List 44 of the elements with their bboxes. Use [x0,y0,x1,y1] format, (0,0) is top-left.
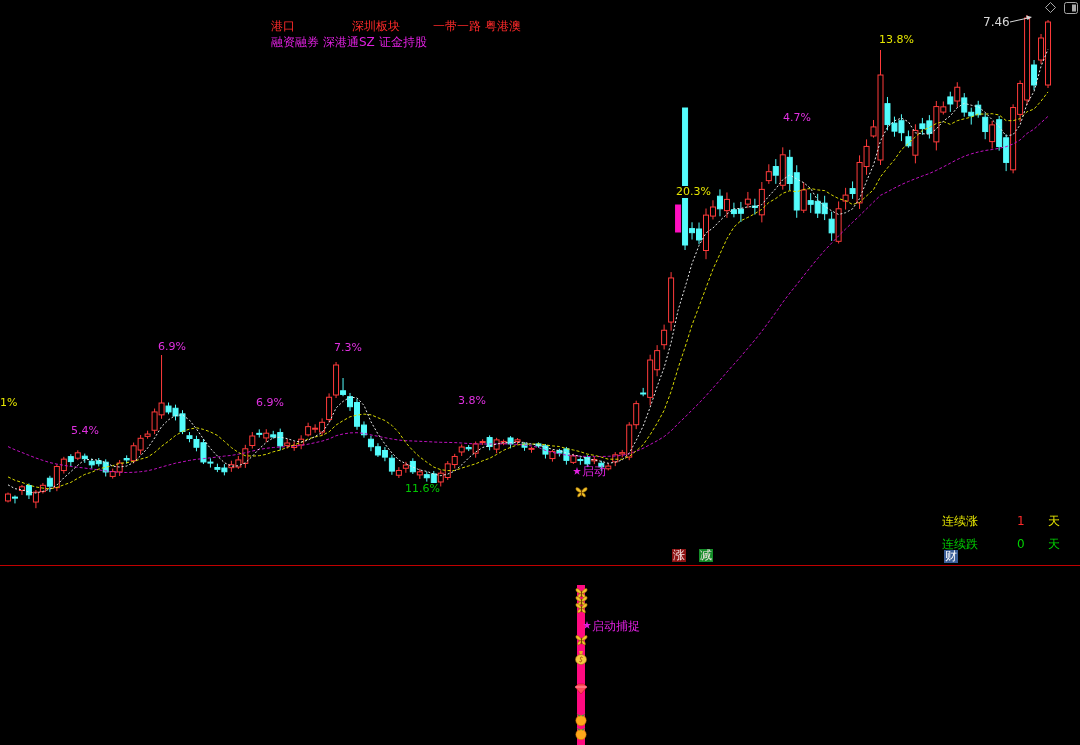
concept-tag: 深港通SZ [323,34,375,50]
streak-count: 0 [1017,537,1026,551]
percent-change-label: 11.6% [405,483,440,495]
butterfly-icon [575,487,588,498]
highlighted-candle [675,204,682,233]
signal-badge: 减 [699,549,713,562]
panel-toggle-icon[interactable] [1064,2,1078,14]
sector-tag: 一带一路 [433,19,481,33]
star-icon [583,621,591,629]
percent-change-label: 13.8% [879,34,914,46]
star-icon [573,467,581,475]
butterfly-icon [575,603,588,614]
fruit-icon [575,727,587,740]
streak-label: 连续涨 [942,514,979,528]
butterfly-icon [575,596,588,607]
concept-tag: 证金持股 [378,34,427,50]
money-bag-icon [575,650,587,665]
signal-label: 启动捕捉 [592,619,640,633]
streak-unit: 天 [1048,537,1060,551]
sector-tag: 深圳板块 [352,19,400,33]
percent-change-label: 4.7% [783,112,811,124]
percent-change-label: 5.4% [71,425,99,437]
butterfly-icon [575,588,588,599]
diamond-icon[interactable] [1045,2,1056,13]
pointer-arrow [1009,15,1032,23]
percent-change-label: 7.3% [334,342,362,354]
streak-count: 1 [1017,514,1026,528]
finance-badge: 财 [944,550,958,563]
concept-tag: 融资融券 [271,34,319,50]
start-signal-label: 启动 [582,464,606,478]
gem-icon [574,683,588,695]
fruit-icon [575,713,587,726]
percent-change-label: 6.9% [256,397,284,409]
percent-change-label: 1% [0,397,18,409]
sector-tag: 粤港澳 [485,19,521,33]
butterfly-icon [575,635,588,646]
signal-badge: 涨 [672,549,686,562]
percent-change-label: 20.3% [676,186,711,198]
percent-change-label: 6.9% [158,341,186,353]
streak-label: 连续跌 [942,537,979,551]
percent-change-label: 3.8% [458,395,486,407]
price-label: 7.46 [983,15,1010,29]
streak-unit: 天 [1048,514,1060,528]
sector-tag: 港口 [271,19,295,33]
